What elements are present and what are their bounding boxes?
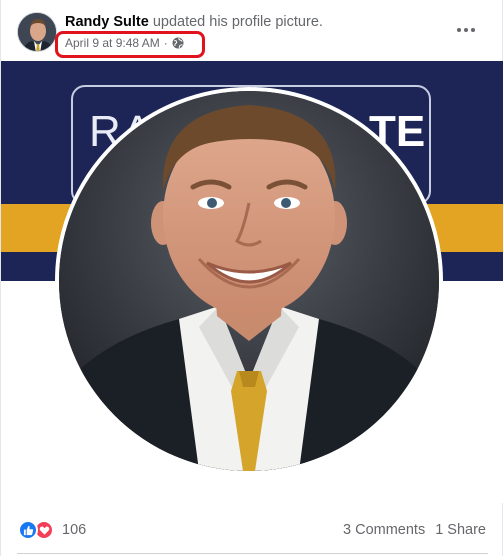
reactions-summary[interactable]: 106 [18, 520, 86, 540]
avatar-portrait [18, 13, 56, 51]
more-options-button[interactable] [450, 18, 482, 42]
like-icon [18, 520, 38, 540]
timestamp-highlight-annotation [55, 31, 205, 58]
footer-divider [17, 553, 488, 554]
author-avatar[interactable] [17, 12, 57, 52]
post-photo[interactable]: RA TE [1, 61, 503, 503]
engagement-counts: 3 Comments 1 Share [343, 522, 486, 538]
reaction-count: 106 [62, 522, 87, 538]
more-options-icon [457, 28, 461, 32]
author-line: Randy Sulte updated his profile picture. [65, 13, 323, 31]
post-card: Randy Sulte updated his profile picture.… [0, 0, 503, 556]
author-name[interactable]: Randy Sulte [65, 14, 149, 30]
shares-count-link[interactable]: 1 Share [435, 522, 486, 538]
profile-picture[interactable] [55, 87, 443, 475]
profile-portrait [59, 91, 439, 471]
post-header: Randy Sulte updated his profile picture.… [1, 0, 503, 60]
post-footer: 106 3 Comments 1 Share [1, 503, 503, 556]
comments-count-link[interactable]: 3 Comments [343, 522, 425, 538]
post-action-text: updated his profile picture. [152, 14, 323, 30]
